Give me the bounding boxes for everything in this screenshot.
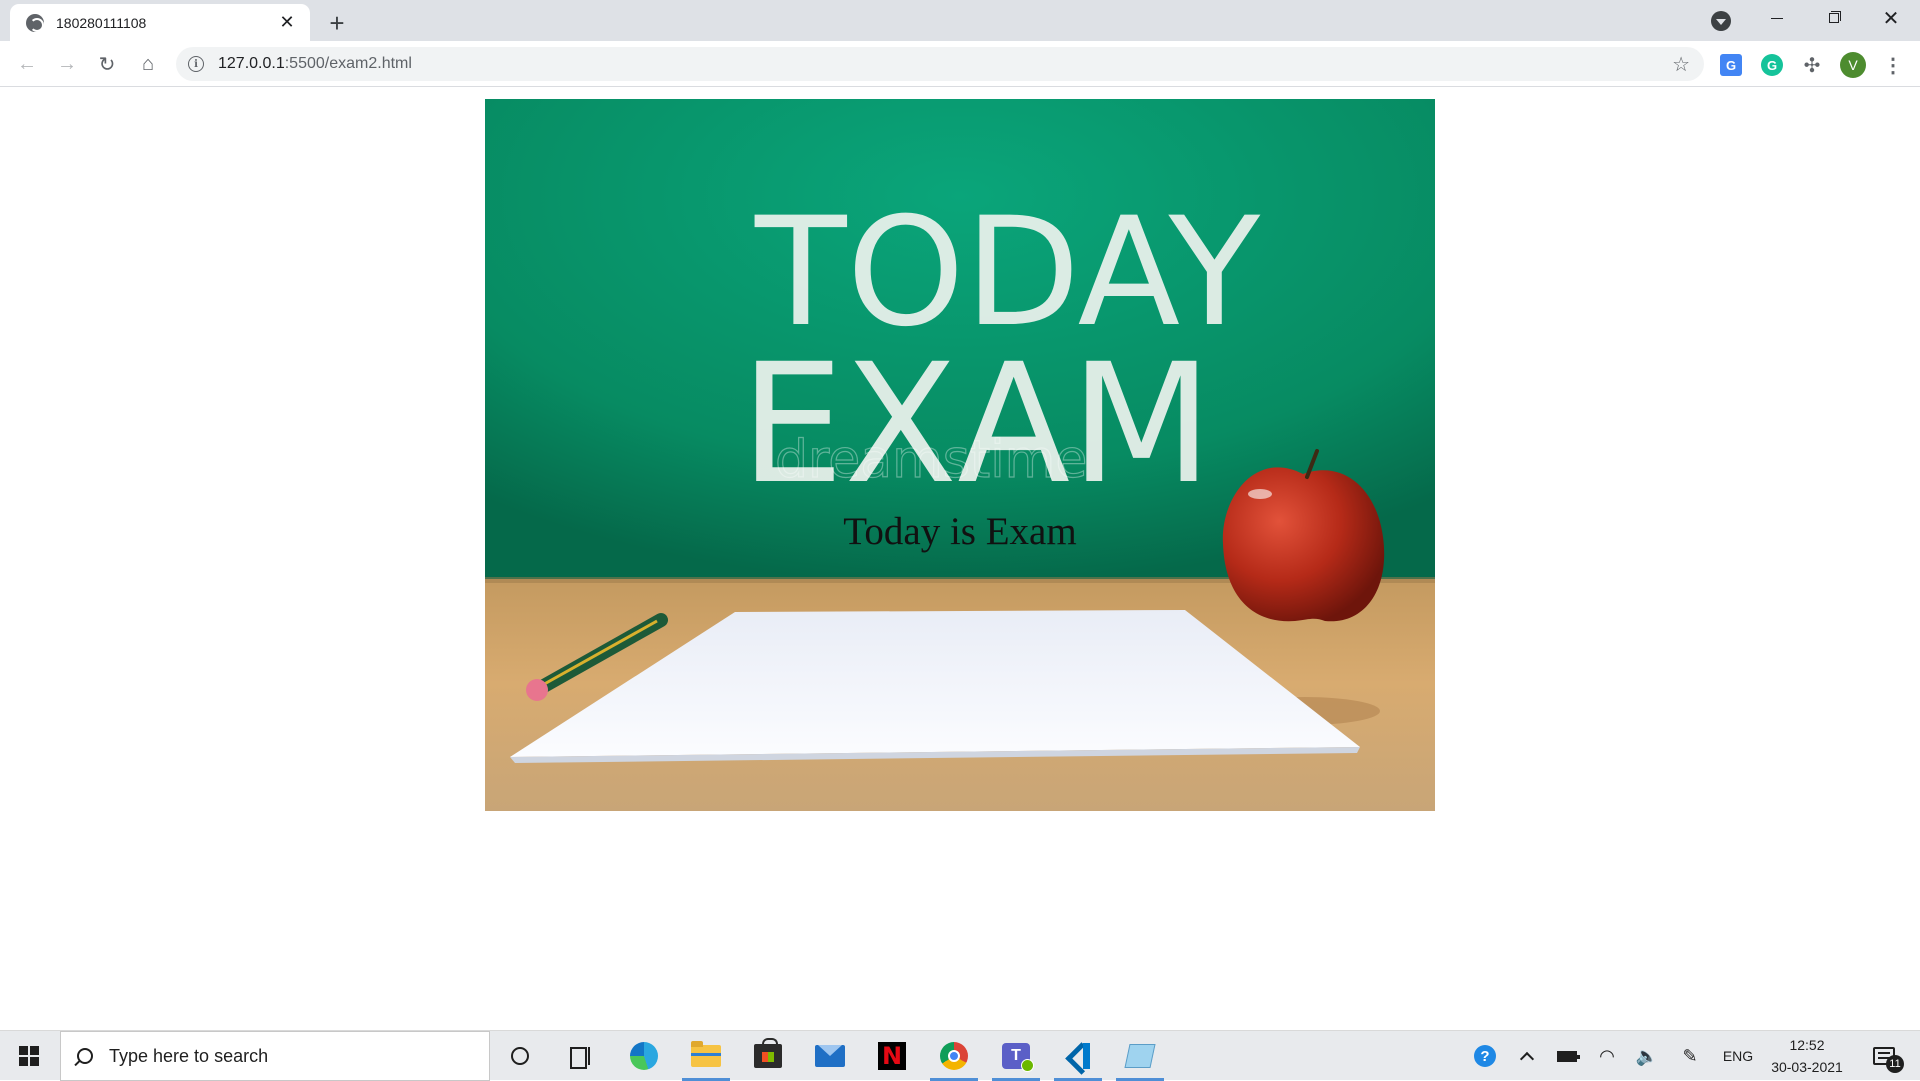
taskbar-vscode[interactable]	[1050, 1031, 1106, 1081]
start-button[interactable]	[0, 1031, 58, 1081]
taskbar-chrome[interactable]	[926, 1031, 982, 1081]
pen-workspace-icon[interactable]: ✎	[1675, 1031, 1705, 1081]
task-view-icon	[570, 1047, 590, 1069]
volume-icon[interactable]: 🔈	[1632, 1031, 1662, 1081]
search-placeholder: Type here to search	[109, 1045, 269, 1066]
search-icon	[77, 1048, 93, 1064]
google-translate-icon[interactable]: G	[1720, 54, 1742, 76]
home-button[interactable]: ⌂	[133, 49, 163, 79]
edge-icon	[630, 1042, 658, 1070]
taskbar-teams[interactable]: T	[988, 1031, 1044, 1081]
chevron-up-icon	[1519, 1051, 1535, 1067]
url-path: :5500/exam2.html	[284, 55, 412, 72]
taskbar-mail[interactable]	[802, 1031, 858, 1081]
notification-count: 11	[1886, 1055, 1904, 1073]
chrome-icon	[940, 1042, 968, 1070]
wifi-icon[interactable]: ◠	[1592, 1031, 1622, 1081]
clock-time: 12:52	[1789, 1037, 1825, 1053]
tray-help[interactable]: ?	[1470, 1031, 1500, 1081]
show-hidden-icons-button[interactable]	[1512, 1031, 1542, 1081]
watermark-text: dreamstime	[775, 430, 1087, 490]
address-bar[interactable]: i 127.0.0.1:5500/exam2.html ☆	[176, 47, 1704, 81]
file-explorer-icon	[691, 1041, 721, 1067]
cortana-icon	[511, 1047, 529, 1065]
tab-strip: 180280111108 ✕ + ✕	[0, 0, 1920, 41]
board-text-exam: EXAM	[740, 328, 1213, 520]
taskbar-store[interactable]	[740, 1031, 796, 1081]
chrome-menu-icon[interactable]: ⋮	[1882, 54, 1904, 77]
restore-button[interactable]	[1806, 0, 1864, 36]
mail-icon	[815, 1045, 845, 1067]
tab-search-icon[interactable]	[1711, 11, 1731, 31]
clock[interactable]: 12:52 30-03-2021	[1762, 1031, 1852, 1081]
browser-toolbar: ← → ↻ ⌂ i 127.0.0.1:5500/exam2.html ☆ G …	[0, 41, 1920, 87]
language-indicator[interactable]: ENG	[1718, 1031, 1758, 1081]
tab-close-icon[interactable]: ✕	[276, 12, 298, 34]
extensions-puzzle-icon[interactable]: ✣	[1801, 54, 1823, 77]
globe-icon	[26, 13, 44, 32]
taskbar-edge[interactable]	[616, 1031, 672, 1081]
exam-image: TODAY EXAM dreamstime	[485, 99, 1435, 811]
close-window-button[interactable]: ✕	[1862, 0, 1920, 36]
task-view-button[interactable]	[552, 1031, 608, 1081]
cortana-button[interactable]	[492, 1031, 548, 1081]
netflix-icon: N	[878, 1042, 906, 1070]
url-text[interactable]: 127.0.0.1:5500/exam2.html	[218, 55, 412, 73]
forward-button[interactable]: →	[52, 49, 82, 79]
notepad-icon	[1124, 1044, 1156, 1068]
windows-logo-icon	[19, 1046, 39, 1066]
taskbar-file-explorer[interactable]	[678, 1031, 734, 1081]
taskbar-search-box[interactable]: Type here to search	[60, 1031, 490, 1081]
store-icon	[754, 1038, 782, 1068]
clock-date: 30-03-2021	[1771, 1059, 1843, 1075]
battery-icon	[1557, 1050, 1580, 1062]
help-icon: ?	[1474, 1045, 1496, 1067]
action-center-button[interactable]: 11	[1864, 1031, 1904, 1081]
new-tab-button[interactable]: +	[322, 8, 352, 38]
taskbar-netflix[interactable]: N	[864, 1031, 920, 1081]
vscode-icon	[1064, 1042, 1092, 1070]
taskbar: Type here to search N T ? ◠ 🔈 ✎ ENG 12:5…	[0, 1030, 1920, 1081]
tab-title: 180280111108	[56, 14, 147, 31]
browser-tab[interactable]: 180280111108 ✕	[10, 4, 310, 41]
exam-caption: Today is Exam	[843, 510, 1077, 553]
url-host: 127.0.0.1	[218, 55, 285, 72]
profile-avatar[interactable]: V	[1840, 52, 1866, 78]
back-button[interactable]: ←	[12, 49, 42, 79]
grammarly-icon[interactable]: G	[1761, 54, 1783, 76]
tray-battery[interactable]	[1552, 1031, 1582, 1081]
minimize-button[interactable]	[1748, 0, 1806, 36]
taskbar-notepad[interactable]	[1112, 1031, 1168, 1081]
site-info-icon[interactable]: i	[188, 56, 204, 72]
reload-button[interactable]: ↻	[92, 49, 122, 79]
bookmark-star-icon[interactable]: ☆	[1672, 52, 1690, 77]
teams-icon: T	[1002, 1043, 1034, 1072]
